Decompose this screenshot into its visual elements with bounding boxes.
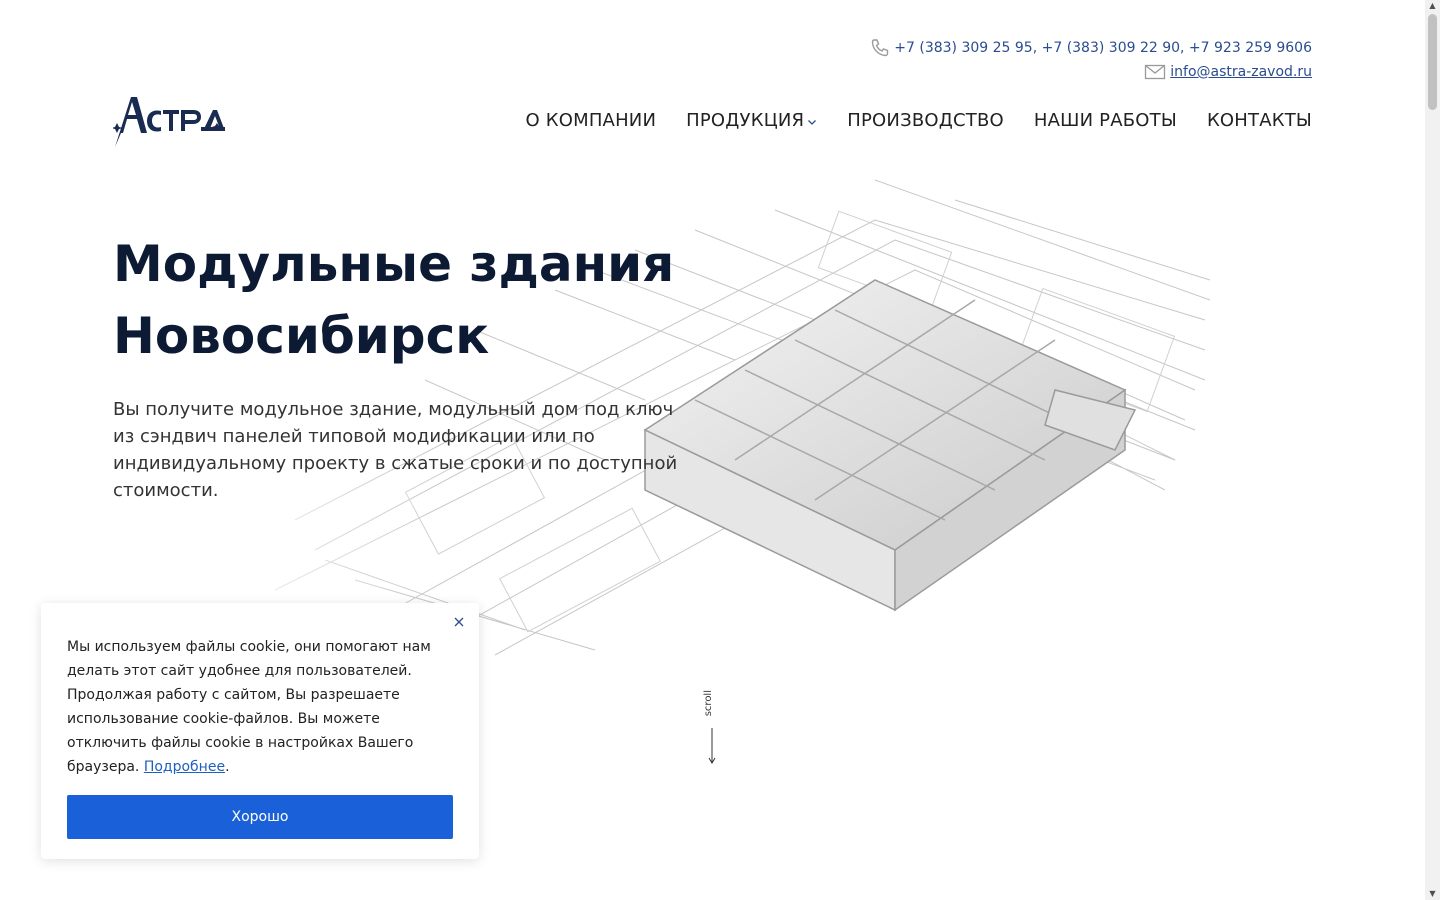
arrow-down-icon	[708, 728, 716, 764]
scrollbar-thumb[interactable]	[1428, 14, 1437, 110]
nav-item-label: О КОМПАНИИ	[525, 110, 657, 131]
hero-description: Вы получите модульное здание, модульный …	[113, 399, 678, 501]
cookie-accept-button[interactable]: Хорошо	[67, 795, 453, 839]
hero-title-line2: Новосибирск	[113, 307, 490, 365]
cookie-message: Мы используем файлы cookie, они помогают…	[67, 639, 431, 775]
cookie-text: Мы используем файлы cookie, они помогают…	[67, 635, 457, 779]
nav-item-label: ПРОИЗВОДСТВО	[847, 110, 1004, 131]
phone-row: +7 (383) 309 25 95, +7 (383) 309 22 90, …	[870, 36, 1312, 60]
email-row: info@astra-zavod.ru	[870, 60, 1312, 84]
hero-title-line1: Модульные здания	[113, 235, 675, 293]
astra-logo[interactable]	[111, 93, 225, 149]
close-icon[interactable]	[453, 613, 465, 627]
hero-title: Модульные здания Новосибирск	[113, 228, 733, 372]
nav-item-our-works[interactable]: НАШИ РАБОТЫ	[1034, 110, 1177, 131]
email-link[interactable]: info@astra-zavod.ru	[1170, 64, 1312, 80]
nav-item-production[interactable]: ПРОИЗВОДСТВО	[847, 110, 1004, 131]
scroll-down-arrow[interactable]: ▼	[1428, 890, 1437, 898]
logo-graphic	[111, 97, 225, 147]
scroll-up-arrow[interactable]: ▲	[1428, 2, 1437, 10]
page-scrollbar[interactable]: ▲ ▼	[1425, 0, 1440, 900]
main-nav: О КОМПАНИИ ПРОДУКЦИЯ ПРОИЗВОДСТВО НАШИ Р…	[525, 110, 1312, 131]
chevron-down-icon	[807, 110, 817, 131]
mail-icon	[1144, 63, 1166, 81]
nav-item-label: НАШИ РАБОТЫ	[1033, 110, 1177, 131]
cookie-banner: Мы используем файлы cookie, они помогают…	[41, 603, 479, 859]
nav-item-label: ПРОДУКЦИЯ	[686, 110, 805, 131]
cookie-period: .	[225, 759, 230, 775]
scroll-hint[interactable]: scroll	[700, 690, 724, 770]
phone-numbers[interactable]: +7 (383) 309 25 95, +7 (383) 309 22 90, …	[894, 40, 1312, 56]
page: +7 (383) 309 25 95, +7 (383) 309 22 90, …	[0, 0, 1440, 900]
phone-icon	[870, 38, 890, 58]
nav-item-label: КОНТАКТЫ	[1206, 110, 1312, 131]
scroll-label: scroll	[703, 690, 714, 717]
nav-item-products[interactable]: ПРОДУКЦИЯ	[686, 110, 817, 131]
header-contacts: +7 (383) 309 25 95, +7 (383) 309 22 90, …	[870, 36, 1312, 84]
nav-item-contacts[interactable]: КОНТАКТЫ	[1207, 110, 1312, 131]
cookie-more-link[interactable]: Подробнее	[144, 759, 225, 775]
nav-item-about[interactable]: О КОМПАНИИ	[525, 110, 656, 131]
